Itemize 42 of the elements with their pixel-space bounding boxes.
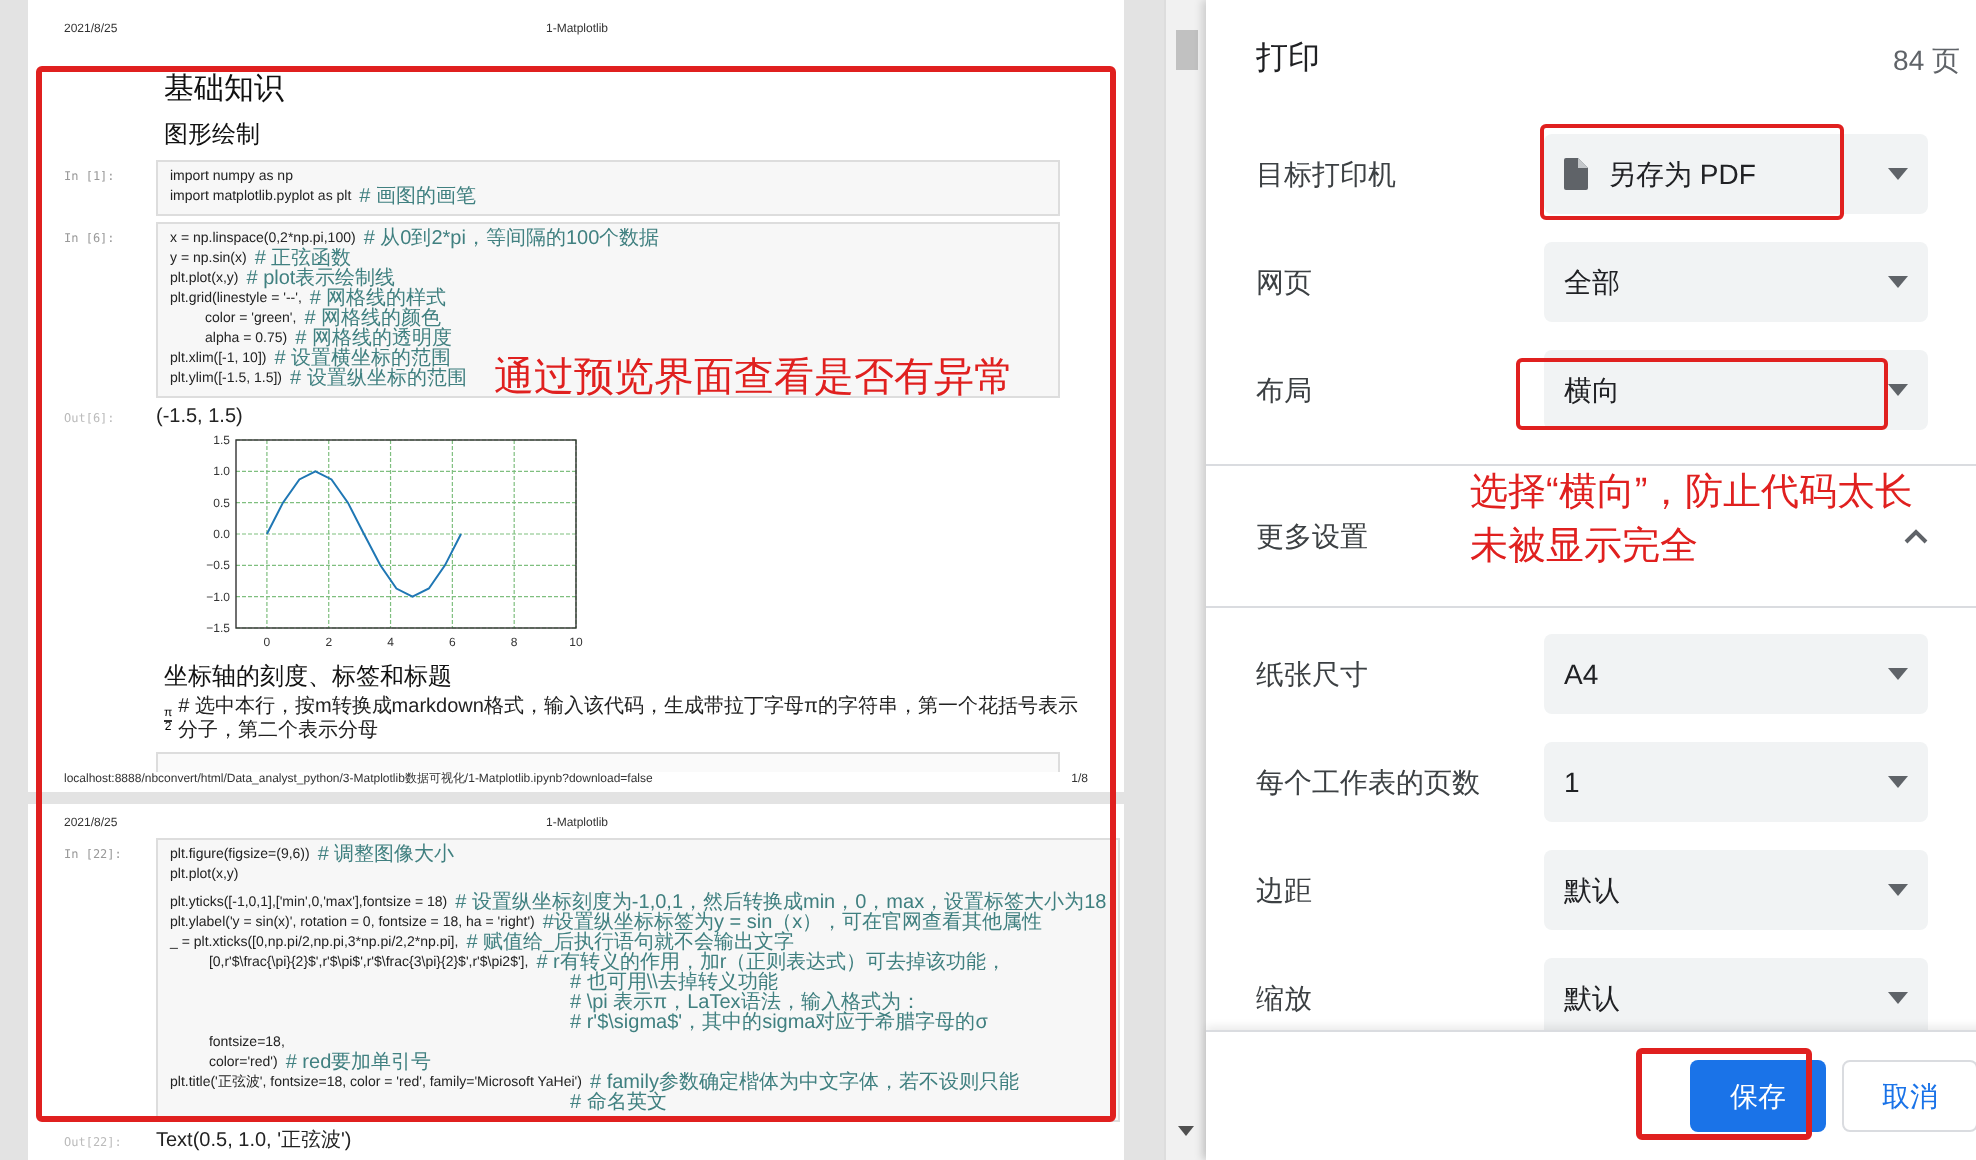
cell-output: (-1.5, 1.5) [156,406,243,428]
setting-label: 边距 [1256,871,1314,909]
settings-select[interactable]: 全部 [1544,242,1928,322]
line-series [265,470,463,598]
code-line: # \pi 表示π，LaTex语法，输入格式为： [570,994,921,1014]
notebook-subheading: 坐标轴的刻度、标签和标题 [164,662,452,690]
caret-down-icon [1888,384,1908,396]
annotation-text: 选择“横向”，防止代码太长未被显示完全 [1470,470,1914,572]
notebook-heading: 基础知识 [164,74,284,106]
caret-down-icon [1888,776,1908,788]
annotation-text: 通过预览界面查看是否有异常 [494,354,1014,402]
setting-label: 布局 [1256,371,1314,409]
caret-down-icon [1888,276,1908,288]
panel-title: 打印 [1256,39,1320,80]
caret-down-icon [1888,668,1908,680]
setting-label: 纸张尺寸 [1256,655,1370,693]
save-button[interactable]: 保存 [1690,1060,1826,1132]
settings-select[interactable]: 1 [1544,742,1928,822]
markdown-text: # 选中本行，按m转换成markdown格式，输入该代码，生成带拉丁字母π的字符串，第一个花括号表示分子，第二个表示分母 [178,696,1080,744]
scroll-down-icon[interactable] [1178,1126,1194,1136]
notebook-subheading: 图形绘制 [164,120,260,148]
settings-select[interactable]: 横向 [1544,350,1928,430]
settings-select[interactable]: 默认 [1544,958,1928,1030]
caret-down-icon [1888,168,1908,180]
code-line: # 命名英文 [570,1094,667,1114]
document-icon [1564,158,1588,190]
settings-select[interactable]: 默认 [1544,850,1928,930]
code-line: # 也可用\\去掉转义功能 [570,974,778,994]
page-count: 84 页 [1893,41,1960,79]
cell-output: Text(0.5, 1.0, '正弦波') [156,1130,352,1152]
settings-select[interactable]: A4 [1544,634,1928,714]
setting-label: 缩放 [1256,979,1314,1017]
setting-label: 目标打印机 [1256,155,1398,193]
setting-label: 网页 [1256,263,1314,301]
scrollbar[interactable] [1164,0,1206,1160]
setting-label: 每个工作表的页数 [1256,763,1482,801]
settings-select[interactable]: 另存为 PDF [1544,134,1928,214]
caret-down-icon [1888,884,1908,896]
cancel-button[interactable]: 取消 [1842,1060,1976,1132]
caret-down-icon [1888,992,1908,1004]
scroll-thumb[interactable] [1176,30,1198,70]
code-line: # r'$\sigma$'，其中的sigma对应于希腊字母的σ [570,1014,988,1034]
